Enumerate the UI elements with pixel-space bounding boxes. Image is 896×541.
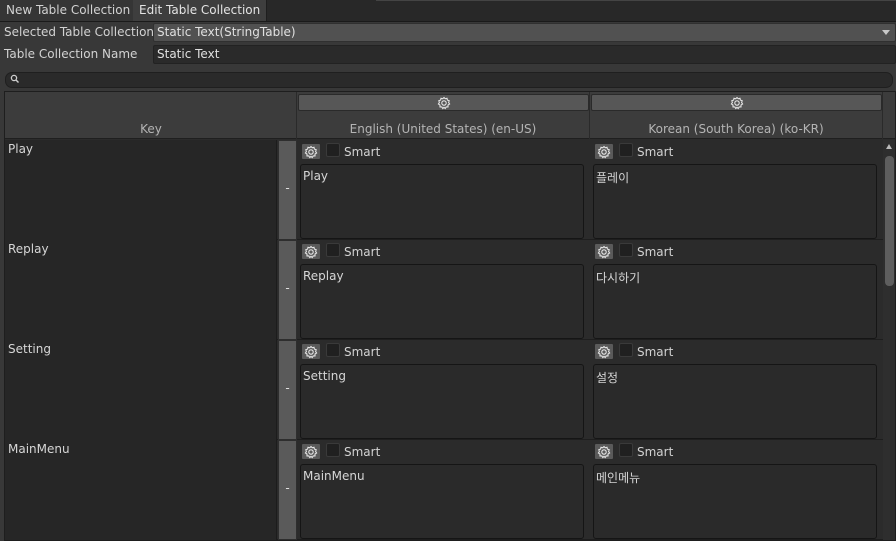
smart-checkbox[interactable] xyxy=(326,143,340,157)
remove-entry-button[interactable]: - xyxy=(278,240,297,340)
entry-ko-kr: Smart 플레이 xyxy=(592,140,882,240)
smart-label: Smart xyxy=(344,345,381,359)
locale-metadata-button[interactable] xyxy=(298,94,589,111)
metadata-icon xyxy=(304,445,318,459)
tab-divider xyxy=(376,0,896,3)
table-row: Play - Smart Play Smart 플레이 xyxy=(5,140,883,240)
metadata-icon xyxy=(597,345,611,359)
key-text: MainMenu xyxy=(8,442,70,456)
key-column-header: Key xyxy=(5,92,297,139)
entry-text-field[interactable]: Replay xyxy=(300,264,584,339)
metadata-icon xyxy=(437,96,450,110)
smart-checkbox[interactable] xyxy=(326,343,340,357)
column-title: Korean (South Korea) (ko-KR) xyxy=(648,122,824,136)
entry-text-field[interactable]: Play xyxy=(300,164,584,239)
selected-collection-row: Selected Table Collection Static Text(St… xyxy=(0,22,896,44)
smart-checkbox[interactable] xyxy=(326,243,340,257)
remove-label: - xyxy=(285,481,290,495)
vertical-scrollbar[interactable] xyxy=(883,140,895,540)
metadata-icon xyxy=(304,245,318,259)
key-cell[interactable]: Play xyxy=(5,140,277,240)
key-text: Setting xyxy=(8,342,51,356)
remove-label: - xyxy=(285,181,290,195)
entry-metadata-button[interactable] xyxy=(594,143,614,160)
search-input[interactable] xyxy=(5,72,893,88)
metadata-icon xyxy=(730,96,743,110)
string-table: Key English (United States) (en-US) Kore… xyxy=(4,91,896,541)
smart-label: Smart xyxy=(637,145,674,159)
entry-en-us: Smart MainMenu xyxy=(299,440,589,540)
entry-text-field[interactable]: Setting xyxy=(300,364,584,439)
metadata-icon xyxy=(597,445,611,459)
scrollbar-thumb[interactable] xyxy=(885,156,894,286)
smart-checkbox[interactable] xyxy=(619,143,633,157)
remove-label: - xyxy=(285,281,290,295)
entry-ko-kr: Smart 설정 xyxy=(592,340,882,440)
smart-label: Smart xyxy=(637,445,674,459)
column-title: English (United States) (en-US) xyxy=(349,122,537,136)
entry-en-us: Smart Setting xyxy=(299,340,589,440)
key-header-label: Key xyxy=(140,122,162,136)
entry-metadata-button[interactable] xyxy=(301,443,321,460)
chevron-down-icon xyxy=(882,30,890,35)
search-icon xyxy=(10,74,19,83)
smart-label: Smart xyxy=(344,145,381,159)
collection-name-field[interactable]: Static Text xyxy=(153,45,896,64)
smart-checkbox[interactable] xyxy=(619,343,633,357)
entry-metadata-button[interactable] xyxy=(594,243,614,260)
locale-metadata-button[interactable] xyxy=(591,94,882,111)
smart-label: Smart xyxy=(344,445,381,459)
metadata-icon xyxy=(304,345,318,359)
smart-label: Smart xyxy=(344,245,381,259)
key-text: Replay xyxy=(8,242,49,256)
entry-metadata-button[interactable] xyxy=(301,243,321,260)
entry-text-field[interactable]: MainMenu xyxy=(300,464,584,539)
remove-label: - xyxy=(285,381,290,395)
table-row: Replay - Smart Replay Smart 다시하기 xyxy=(5,240,883,340)
key-cell[interactable]: MainMenu xyxy=(5,440,277,540)
metadata-icon xyxy=(304,145,318,159)
collection-name-row: Table Collection Name Static Text xyxy=(0,44,896,66)
collection-name-label: Table Collection Name xyxy=(4,47,138,61)
entry-en-us: Smart Replay xyxy=(299,240,589,340)
entry-ko-kr: Smart 메인메뉴 xyxy=(592,440,882,540)
tab-bar: New Table Collection Edit Table Collecti… xyxy=(0,0,896,22)
table-row: Setting - Smart Setting Smart 설정 xyxy=(5,340,883,440)
entry-metadata-button[interactable] xyxy=(594,343,614,360)
entry-text-field[interactable]: 설정 xyxy=(593,364,877,439)
column-header-en-us: English (United States) (en-US) xyxy=(297,92,590,139)
entry-ko-kr: Smart 다시하기 xyxy=(592,240,882,340)
smart-label: Smart xyxy=(637,245,674,259)
table-header: Key English (United States) (en-US) Kore… xyxy=(5,92,895,139)
remove-entry-button[interactable]: - xyxy=(278,440,297,540)
entry-text-field[interactable]: 다시하기 xyxy=(593,264,877,339)
scroll-up-arrow-icon[interactable] xyxy=(886,144,892,149)
key-cell[interactable]: Setting xyxy=(5,340,277,440)
key-cell[interactable]: Replay xyxy=(5,240,277,340)
remove-entry-button[interactable]: - xyxy=(278,340,297,440)
selected-collection-value: Static Text(StringTable) xyxy=(157,25,296,39)
selected-collection-label: Selected Table Collection xyxy=(4,25,155,39)
entry-text-field[interactable]: 플레이 xyxy=(593,164,877,239)
entry-metadata-button[interactable] xyxy=(301,343,321,360)
metadata-icon xyxy=(597,145,611,159)
smart-checkbox[interactable] xyxy=(326,443,340,457)
smart-label: Smart xyxy=(637,345,674,359)
column-header-ko-kr: Korean (South Korea) (ko-KR) xyxy=(590,92,883,139)
selected-collection-dropdown[interactable]: Static Text(StringTable) xyxy=(153,23,896,42)
table-row: MainMenu - Smart MainMenu Smart 메인메뉴 xyxy=(5,440,883,540)
tab-new-table-collection[interactable]: New Table Collection xyxy=(0,0,138,21)
smart-checkbox[interactable] xyxy=(619,243,633,257)
metadata-icon xyxy=(597,245,611,259)
smart-checkbox[interactable] xyxy=(619,443,633,457)
entry-en-us: Smart Play xyxy=(299,140,589,240)
remove-entry-button[interactable]: - xyxy=(278,140,297,240)
entry-metadata-button[interactable] xyxy=(301,143,321,160)
key-text: Play xyxy=(8,142,34,156)
entry-text-field[interactable]: 메인메뉴 xyxy=(593,464,877,539)
tab-edit-table-collection[interactable]: Edit Table Collection xyxy=(133,0,268,21)
entry-metadata-button[interactable] xyxy=(594,443,614,460)
